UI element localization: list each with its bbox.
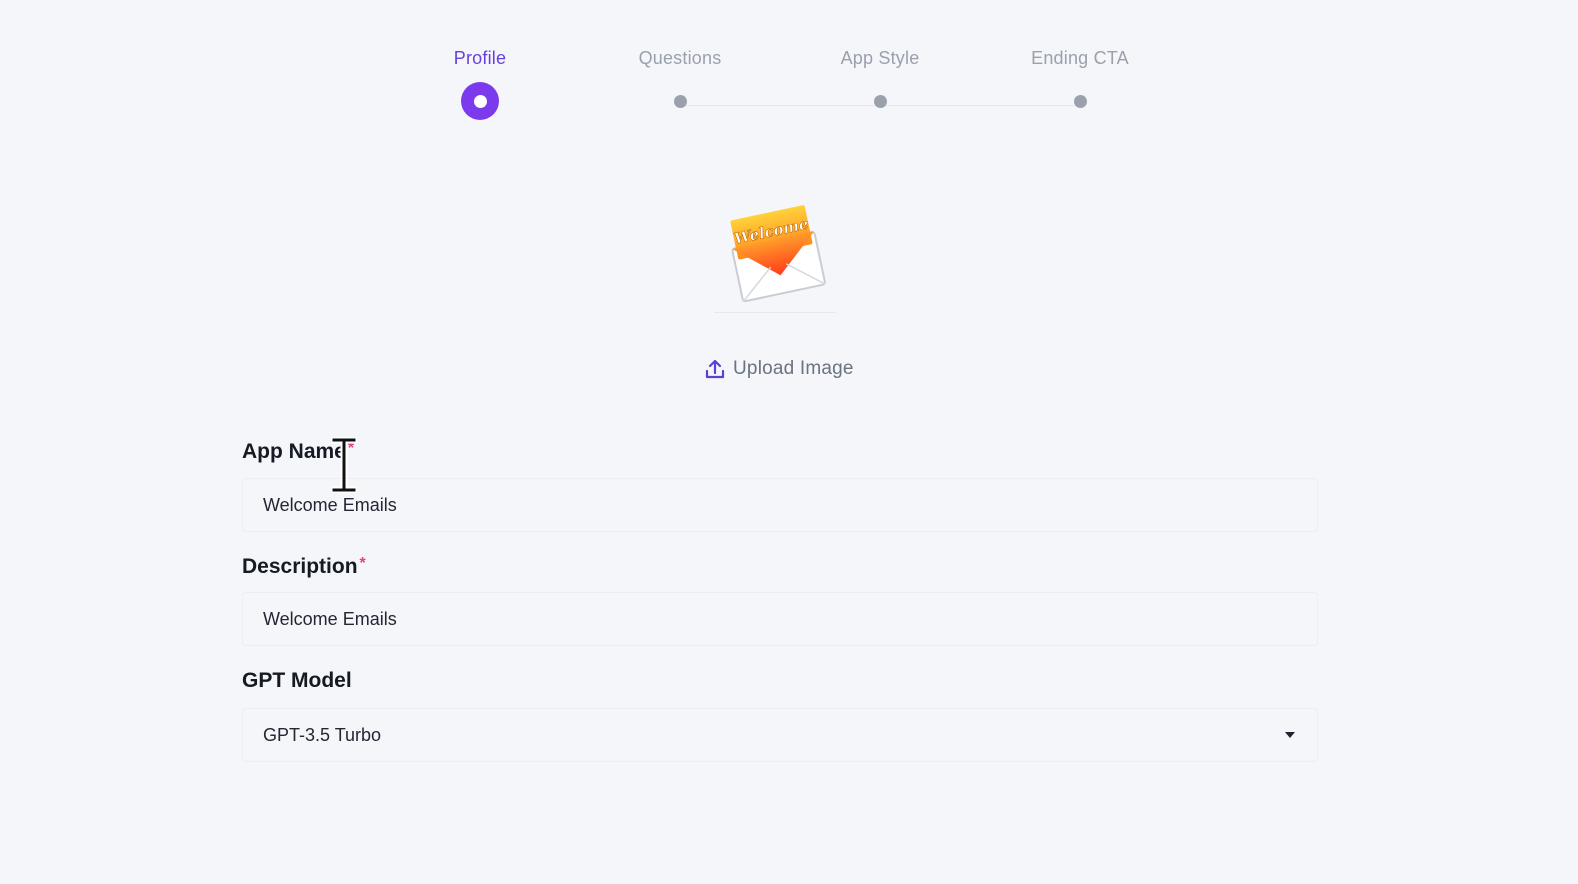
step-indicator [673,94,687,108]
step-label: Ending CTA [1031,48,1129,68]
app-name-value: Welcome Emails [263,494,397,515]
welcome-envelope-icon: Welcome [730,204,826,302]
step-indicator [873,94,887,108]
gpt-model-label-text: GPT Model [242,669,352,692]
app-name-label: App Name * [242,440,354,464]
gpt-model-value: GPT-3.5 Turbo [263,724,382,745]
gpt-model-label: GPT Model [242,669,352,693]
step-app-style[interactable]: App Style [780,44,980,125]
description-value: Welcome Emails [263,608,397,629]
description-input[interactable]: Welcome Emails [242,592,1318,646]
app-name-label-text: App Name [242,440,346,463]
app-builder-page: Profile Questions App Style Ending CTA W… [0,0,1578,884]
description-label-text: Description [242,555,358,578]
step-questions[interactable]: Questions [580,44,780,125]
description-label: Description * [242,555,366,579]
app-name-input[interactable]: Welcome Emails [242,478,1318,532]
step-profile[interactable]: Profile [380,44,580,125]
upload-image-button[interactable]: Upload Image [705,355,854,383]
progress-stepper: Profile Questions App Style Ending CTA [0,0,1578,140]
step-indicator [1073,94,1087,108]
upload-icon [705,359,725,379]
app-image-preview: Welcome [714,185,836,313]
required-mark: * [359,555,366,572]
upload-image-label: Upload Image [733,358,854,379]
step-label: Profile [453,48,507,68]
step-indicator-active [461,82,499,120]
required-mark: * [347,440,355,457]
step-label: Questions [638,48,722,68]
step-ending-cta[interactable]: Ending CTA [980,44,1180,125]
gpt-model-select[interactable]: GPT-3.5 Turbo [242,708,1318,762]
chevron-down-icon [1285,732,1295,738]
step-label: App Style [840,48,920,68]
